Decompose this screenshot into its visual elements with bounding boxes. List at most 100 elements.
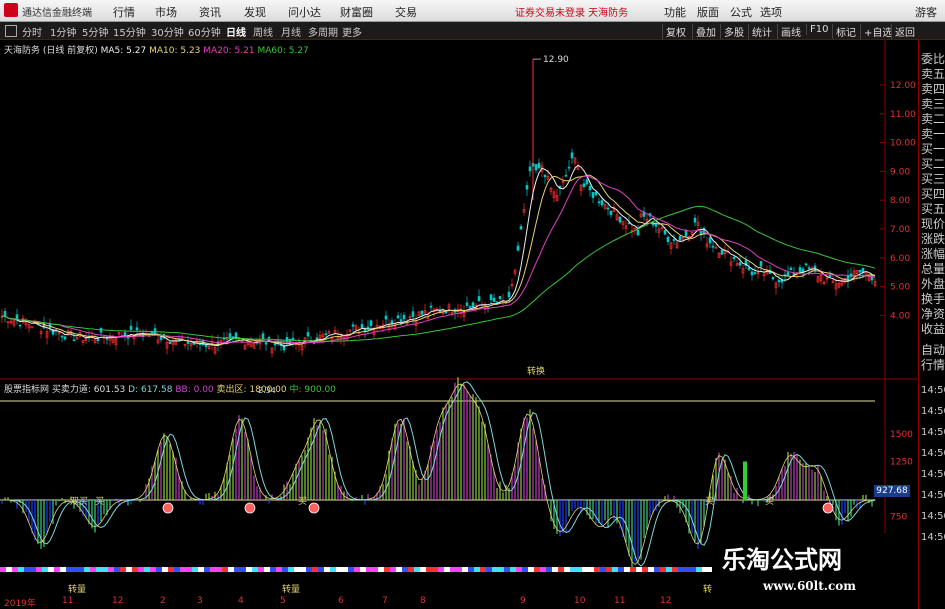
candle-body: [753, 272, 757, 274]
period-tab[interactable]: 分时: [22, 24, 42, 39]
menu-ask[interactable]: 问小达: [288, 4, 321, 20]
candle-body: [759, 261, 763, 267]
menu-trade[interactable]: 交易: [395, 4, 417, 20]
candle-body: [588, 186, 592, 191]
sidebar-item[interactable]: 买三: [921, 172, 945, 187]
sidebar-item[interactable]: 14:50: [921, 383, 945, 398]
candle-body: [186, 340, 190, 344]
tool-button[interactable]: 复权: [662, 24, 686, 39]
color-strip-segment: [138, 567, 144, 572]
tool-button[interactable]: 标记: [832, 24, 856, 39]
sidebar-item[interactable]: 总量: [921, 262, 945, 277]
period-tab[interactable]: 周线: [253, 24, 273, 39]
chart-area[interactable]: 12.00 11.00 10.00 9.00 8.00 7.00 6.00 5.00 4.00 1…: [0, 40, 918, 596]
candle-body: [492, 297, 496, 303]
trade-notice[interactable]: 证券交易未登录 天海防务: [515, 4, 628, 19]
sidebar-item[interactable]: 净资: [921, 307, 945, 322]
candle-body: [228, 333, 232, 338]
color-strip-segment: [342, 567, 348, 572]
color-strip-segment: [492, 567, 498, 572]
tool-button[interactable]: F10: [806, 24, 828, 35]
buy-sell-value: 买卖力道: 601.53: [51, 385, 126, 395]
period-tab[interactable]: 更多: [342, 24, 362, 39]
candle-body: [204, 344, 208, 347]
sidebar-item[interactable]: 卖二: [921, 112, 945, 127]
sidebar-item[interactable]: 外盘: [921, 277, 945, 292]
sidebar-item[interactable]: 行情: [921, 358, 945, 373]
candle-body: [585, 179, 589, 185]
color-strip-segment: [654, 567, 660, 572]
tool-button[interactable]: 画线: [777, 24, 801, 39]
sidebar-item[interactable]: 卖四: [921, 82, 945, 97]
candle-body: [429, 305, 433, 308]
period-tab[interactable]: 15分钟: [113, 24, 146, 39]
layout-icon[interactable]: [5, 25, 17, 37]
menu-market[interactable]: 市场: [155, 4, 177, 20]
color-strip-segment: [102, 567, 108, 572]
sidebar-item[interactable]: 14:50: [921, 404, 945, 419]
candle-body: [771, 276, 775, 280]
sidebar-item[interactable]: 收益: [921, 322, 945, 337]
candle-body: [591, 192, 595, 198]
tool-button[interactable]: +自选: [860, 24, 892, 39]
menu-quotes[interactable]: 行情: [113, 4, 135, 20]
sidebar-item[interactable]: 换手: [921, 292, 945, 307]
period-tab[interactable]: 5分钟: [82, 24, 108, 39]
sidebar-item[interactable]: 涨幅: [921, 247, 945, 262]
sidebar-item[interactable]: 14:50: [921, 530, 945, 545]
sidebar-item[interactable]: 涨跌: [921, 232, 945, 247]
color-strip-segment: [168, 567, 174, 572]
candle-body: [858, 269, 862, 273]
color-strip-segment: [108, 567, 114, 572]
tool-button[interactable]: 返回: [891, 24, 915, 39]
color-strip-segment: [408, 567, 414, 572]
menu-news[interactable]: 资讯: [199, 4, 221, 20]
menu-formula[interactable]: 公式: [730, 4, 752, 20]
candle-body: [264, 342, 268, 345]
price-axis-label: 5.00: [890, 283, 910, 293]
sidebar-item[interactable]: 14:50: [921, 488, 945, 503]
candle-body: [420, 310, 424, 315]
ma60-value: MA60: 5.27: [257, 46, 309, 56]
color-strip-segment: [666, 567, 672, 572]
sidebar-item[interactable]: 卖三: [921, 97, 945, 112]
sidebar-item[interactable]: 14:50: [921, 425, 945, 440]
color-strip-segment: [30, 567, 36, 572]
sidebar-item[interactable]: 买五: [921, 202, 945, 217]
color-strip-segment: [192, 567, 198, 572]
sidebar-item[interactable]: 14:50: [921, 509, 945, 524]
tool-button[interactable]: 多股: [720, 24, 744, 39]
period-tab-active[interactable]: 日线: [226, 24, 246, 39]
app-logo-icon: [4, 3, 18, 17]
menu-discover[interactable]: 发现: [244, 4, 266, 20]
period-tab[interactable]: 1分钟: [50, 24, 76, 39]
sidebar-item[interactable]: 自动: [921, 343, 945, 358]
menu-function[interactable]: 功能: [664, 4, 686, 20]
sidebar-item[interactable]: 买四: [921, 187, 945, 202]
buy-signal-dot: [308, 502, 320, 514]
guest-label[interactable]: 游客: [915, 4, 937, 20]
period-tab[interactable]: 多周期: [308, 24, 338, 39]
tool-button[interactable]: 叠加: [692, 24, 716, 39]
sidebar-item[interactable]: 卖一: [921, 127, 945, 142]
color-strip-segment: [696, 567, 702, 572]
menu-wealth[interactable]: 财富圈: [340, 4, 373, 20]
ma20-value: MA20: 5.21: [203, 46, 255, 56]
color-strip-segment: [48, 567, 54, 572]
sidebar-item[interactable]: 14:50: [921, 446, 945, 461]
period-tab[interactable]: 月线: [281, 24, 301, 39]
app-title: 通达信金融终端: [22, 8, 92, 19]
sidebar-item[interactable]: 14:50: [921, 467, 945, 482]
date-tick: 4: [238, 596, 244, 606]
sidebar-item[interactable]: 买一: [921, 142, 945, 157]
sidebar-item[interactable]: 买二: [921, 157, 945, 172]
menu-layout[interactable]: 版面: [697, 4, 719, 20]
tool-button[interactable]: 统计: [748, 24, 772, 39]
period-tab[interactable]: 30分钟: [151, 24, 184, 39]
sidebar-item[interactable]: 现价: [921, 217, 945, 232]
sidebar-item[interactable]: 委比: [921, 52, 945, 67]
sidebar-item[interactable]: 卖五: [921, 67, 945, 82]
period-tab[interactable]: 60分钟: [188, 24, 221, 39]
color-strip-segment: [54, 567, 60, 572]
menu-options[interactable]: 选项: [760, 4, 782, 20]
